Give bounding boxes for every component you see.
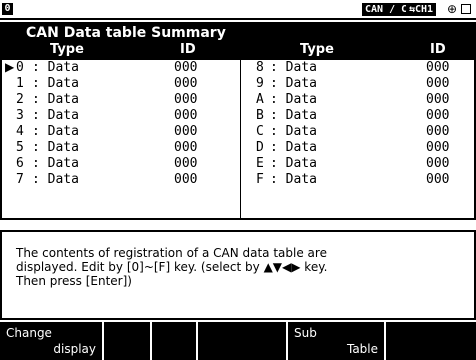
fkey-3[interactable]: [152, 322, 198, 360]
table-row[interactable]: E : Data 000: [2, 156, 474, 172]
column-header-id-left: ID: [180, 42, 196, 57]
table-row[interactable]: B : Data 000: [2, 108, 474, 124]
fkey-4[interactable]: [198, 322, 288, 360]
table-row[interactable]: F : Data 000: [2, 172, 474, 188]
fkey-5-sub-table[interactable]: Sub Table: [288, 322, 386, 360]
help-message-box: The contents of registration of a CAN da…: [0, 230, 476, 320]
row-hex-index: E: [256, 156, 264, 171]
row-hex-index: C: [256, 124, 264, 139]
row-hex-index: B: [256, 108, 264, 123]
connector-icon: ⊕: [447, 2, 458, 16]
help-line-1: The contents of registration of a CAN da…: [16, 246, 327, 260]
row-id: 000: [426, 172, 450, 187]
row-hex-index: A: [256, 92, 264, 107]
fkey-5-line2: Table: [346, 342, 378, 356]
fkey-5-line1: Sub: [294, 326, 317, 340]
fkey-1-change-display[interactable]: Change display: [0, 322, 104, 360]
column-header-type-left: Type: [50, 42, 84, 57]
table-row[interactable]: D : Data 000: [2, 140, 474, 156]
column-header-id-right: ID: [430, 42, 446, 57]
fkey-1-line2: display: [53, 342, 96, 356]
row-hex-index: 9: [256, 76, 264, 91]
row-id: 000: [426, 124, 450, 139]
column-header-type-right: Type: [300, 42, 334, 57]
row-id: 000: [426, 108, 450, 123]
help-line-2: displayed. Edit by [0]~[F] key. (select …: [16, 260, 328, 274]
row-type: : Data: [270, 92, 317, 107]
panel-header: CAN Data table Summary Type ID Type ID: [2, 24, 474, 60]
row-type: : Data: [270, 60, 317, 75]
table-row[interactable]: 8 : Data 000: [2, 60, 474, 76]
table-row[interactable]: C : Data 000: [2, 124, 474, 140]
table-row[interactable]: A : Data 000: [2, 92, 474, 108]
status-bar: 0 CAN / CAN ⇆CH1 ⊕: [0, 0, 476, 20]
row-type: : Data: [270, 108, 317, 123]
row-type: : Data: [270, 124, 317, 139]
row-id: 000: [426, 140, 450, 155]
mode-indicator: 0: [2, 3, 13, 15]
row-id: 000: [426, 156, 450, 171]
row-hex-index: D: [256, 140, 264, 155]
panel-title: CAN Data table Summary: [26, 25, 226, 41]
table-row[interactable]: 9 : Data 000: [2, 76, 474, 92]
fkey-1-line1: Change: [6, 326, 52, 340]
row-type: : Data: [270, 172, 317, 187]
help-line-3: Then press [Enter]): [16, 274, 132, 288]
function-key-bar: Change display Sub Table: [0, 322, 476, 360]
channel-selector[interactable]: ⇆CH1: [406, 3, 437, 16]
battery-icon: [461, 4, 471, 14]
fkey-6[interactable]: [386, 322, 476, 360]
data-table-summary-panel: CAN Data table Summary Type ID Type ID ▶…: [0, 22, 476, 220]
row-id: 000: [426, 60, 450, 75]
row-type: : Data: [270, 156, 317, 171]
row-type: : Data: [270, 76, 317, 91]
row-hex-index: F: [256, 172, 264, 187]
row-id: 000: [426, 76, 450, 91]
fkey-2[interactable]: [104, 322, 152, 360]
row-id: 000: [426, 92, 450, 107]
row-type: : Data: [270, 140, 317, 155]
row-hex-index: 8: [256, 60, 264, 75]
help-message: The contents of registration of a CAN da…: [16, 246, 466, 288]
